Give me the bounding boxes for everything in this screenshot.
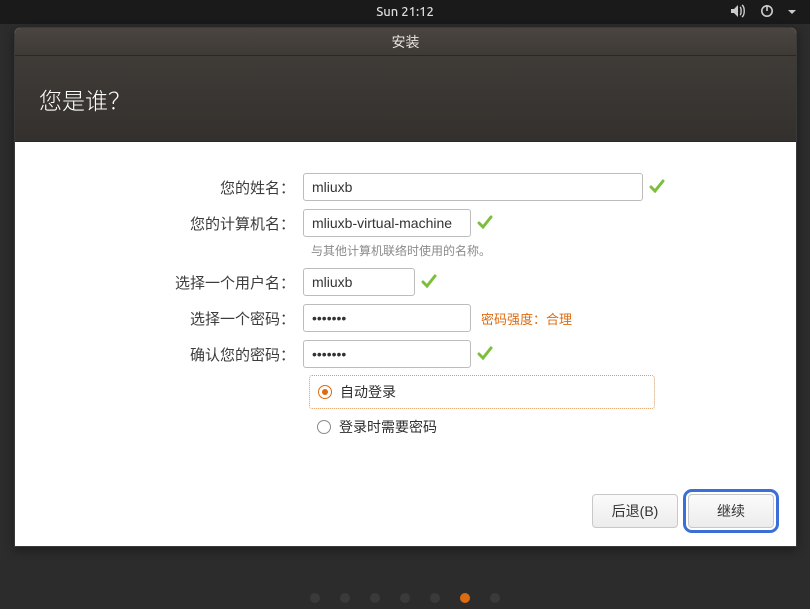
progress-dot (340, 593, 350, 603)
username-input[interactable] (303, 268, 415, 296)
confirm-label: 确认您的密码： (49, 344, 303, 365)
hostname-input[interactable] (303, 209, 471, 237)
dropdown-caret-icon[interactable] (788, 5, 796, 19)
progress-dot (370, 593, 380, 603)
progress-dot (490, 593, 500, 603)
progress-dots (310, 593, 500, 603)
radio-icon (317, 420, 331, 434)
check-icon (649, 179, 665, 195)
username-label: 选择一个用户名： (49, 272, 303, 293)
confirm-input[interactable] (303, 340, 471, 368)
password-input[interactable] (303, 304, 471, 332)
volume-icon[interactable] (730, 4, 746, 21)
page-header: 您是谁？ (15, 56, 796, 142)
indicator-area (730, 4, 796, 21)
hostname-hint: 与其他计算机联络时使用的名称。 (311, 242, 762, 259)
login-option-group: 自动登录 登录时需要密码 (309, 375, 762, 443)
row-confirm: 确认您的密码： (49, 339, 762, 369)
window-title: 安装 (392, 32, 420, 52)
password-label: 选择一个密码： (49, 308, 303, 329)
page-title: 您是谁？ (39, 82, 131, 116)
password-strength-label: 密码强度：合理 (481, 309, 572, 328)
radio-icon (318, 385, 332, 399)
radio-auto-login[interactable]: 自动登录 (309, 375, 655, 409)
progress-dot (430, 593, 440, 603)
row-password: 选择一个密码： 密码强度：合理 (49, 303, 762, 333)
button-bar: 后退(B) 继续 (592, 494, 774, 528)
radio-auto-login-label: 自动登录 (340, 382, 396, 402)
name-label: 您的姓名： (49, 177, 303, 198)
back-button[interactable]: 后退(B) (592, 494, 678, 528)
check-icon (477, 215, 493, 231)
hostname-label: 您的计算机名： (49, 213, 303, 234)
progress-dot (310, 593, 320, 603)
form-area: 您的姓名： 您的计算机名： 与其他计算机联络时使用的名称。 (15, 142, 796, 546)
row-username: 选择一个用户名： (49, 267, 762, 297)
installer-window: 安装 您是谁？ 您的姓名： 您的计算机名： (14, 27, 797, 547)
clock-label: Sun 21:12 (376, 5, 434, 19)
radio-require-password-label: 登录时需要密码 (339, 417, 437, 437)
row-name: 您的姓名： (49, 172, 762, 202)
progress-dot (400, 593, 410, 603)
desktop: Sun 21:12 安装 您是谁？ 您的姓名： (0, 0, 810, 609)
check-icon (477, 346, 493, 362)
radio-require-password[interactable]: 登录时需要密码 (309, 411, 762, 443)
top-bar: Sun 21:12 (0, 0, 810, 24)
continue-button[interactable]: 继续 (688, 494, 774, 528)
row-hostname: 您的计算机名： (49, 208, 762, 238)
power-icon[interactable] (760, 4, 774, 21)
window-titlebar: 安装 (15, 28, 796, 56)
progress-dot (460, 593, 470, 603)
name-input[interactable] (303, 173, 643, 201)
check-icon (421, 274, 437, 290)
